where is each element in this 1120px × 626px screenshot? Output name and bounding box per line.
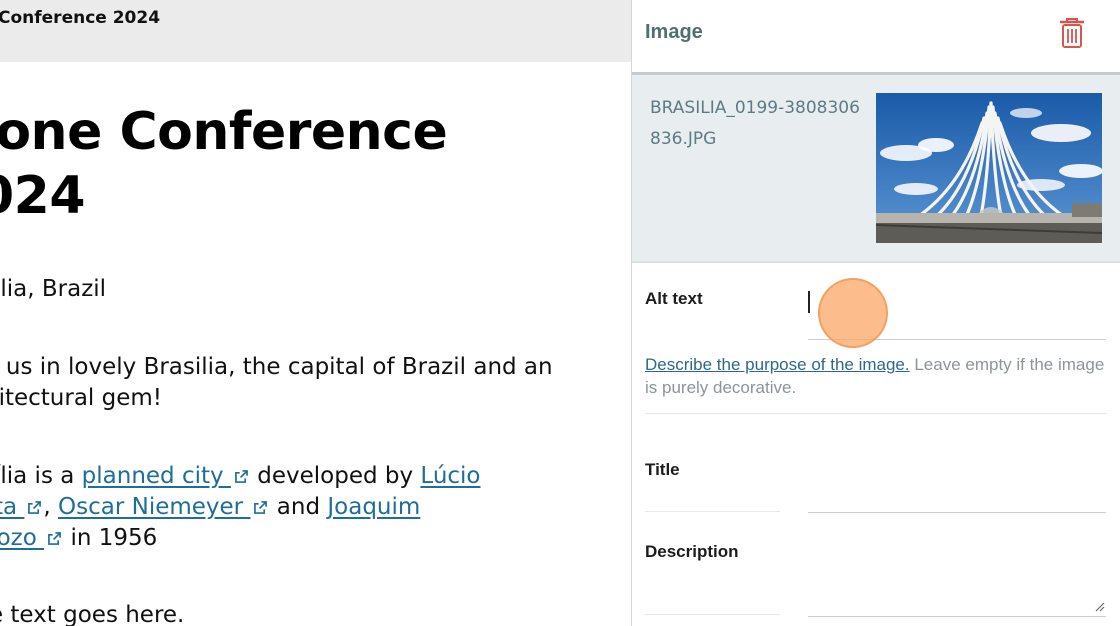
history-text: and	[269, 494, 328, 520]
resize-handle-icon[interactable]	[1093, 600, 1105, 612]
breadcrumb[interactable]: Conference 2024	[0, 8, 160, 28]
intro-paragraph[interactable]: n us in lovely Brasilia, the capital of …	[0, 352, 553, 414]
joaquim-cardozo-link[interactable]: Joaquim	[327, 494, 420, 520]
history-text: ,	[43, 494, 59, 520]
document-editor[interactable]: Conference 2024 lone Conference 024 sili…	[0, 0, 631, 626]
history-text: in 1956	[63, 525, 158, 551]
intro-line-1: n us in lovely Brasilia, the capital of …	[0, 354, 553, 380]
image-preview-panel: BRASILIA_0199-3808306836.JPG	[632, 75, 1120, 263]
page-title-line-1: lone Conference	[0, 102, 448, 162]
oscar-niemeyer-link[interactable]: Oscar Niemeyer	[58, 494, 269, 520]
lucio-costa-link[interactable]: Lúcio	[420, 463, 480, 489]
text-cursor	[808, 291, 810, 313]
alt-text-label: Alt text	[645, 289, 703, 308]
image-thumbnail[interactable]	[876, 93, 1102, 243]
history-text: sília is a	[0, 463, 75, 489]
history-text: developed by	[249, 463, 421, 489]
image-filename: BRASILIA_0199-3808306836.JPG	[650, 98, 860, 149]
lucio-costa-link-cont[interactable]: sta	[0, 494, 43, 520]
history-line-3: dozo in 1956	[0, 523, 481, 554]
joaquim-cardozo-link-cont[interactable]: dozo	[0, 525, 63, 551]
trash-icon[interactable]	[1058, 17, 1086, 49]
history-paragraph[interactable]: sília is a planned city developed by Lúc…	[0, 461, 481, 554]
description-label: Description	[645, 542, 739, 561]
alt-text-input[interactable]	[808, 287, 1106, 340]
external-link-icon	[235, 470, 248, 483]
image-sidebar: Image BRASILIA_0199-3808306836.JPG Alt t…	[631, 0, 1120, 626]
divider	[645, 614, 780, 615]
describe-purpose-link[interactable]: Describe the purpose of the image.	[645, 355, 910, 374]
external-link-icon	[254, 501, 268, 514]
sidebar-title: Image	[645, 21, 703, 43]
alt-text-help: Describe the purpose of the image. Leave…	[645, 353, 1107, 399]
external-link-icon	[28, 501, 42, 514]
history-line-1: sília is a planned city developed by Lúc…	[0, 461, 481, 492]
divider	[645, 511, 780, 512]
page-title-line-2: 024	[0, 166, 86, 226]
description-textarea[interactable]	[808, 540, 1106, 617]
external-link-icon	[48, 532, 62, 545]
page-title[interactable]: lone Conference 024	[0, 100, 448, 228]
location-paragraph[interactable]: silia, Brazil	[0, 274, 106, 305]
title-label: Title	[645, 460, 680, 479]
sidebar-header: Image	[632, 0, 1120, 75]
more-text-paragraph[interactable]: re text goes here.	[0, 600, 184, 626]
title-input[interactable]	[808, 460, 1106, 513]
divider	[645, 413, 1107, 414]
planned-city-link[interactable]: planned city	[82, 463, 250, 489]
intro-line-2: nitectural gem!	[0, 385, 163, 411]
editor-toolbar: Conference 2024	[0, 0, 631, 62]
history-line-2: sta , Oscar Niemeyer and Joaquim	[0, 492, 481, 523]
